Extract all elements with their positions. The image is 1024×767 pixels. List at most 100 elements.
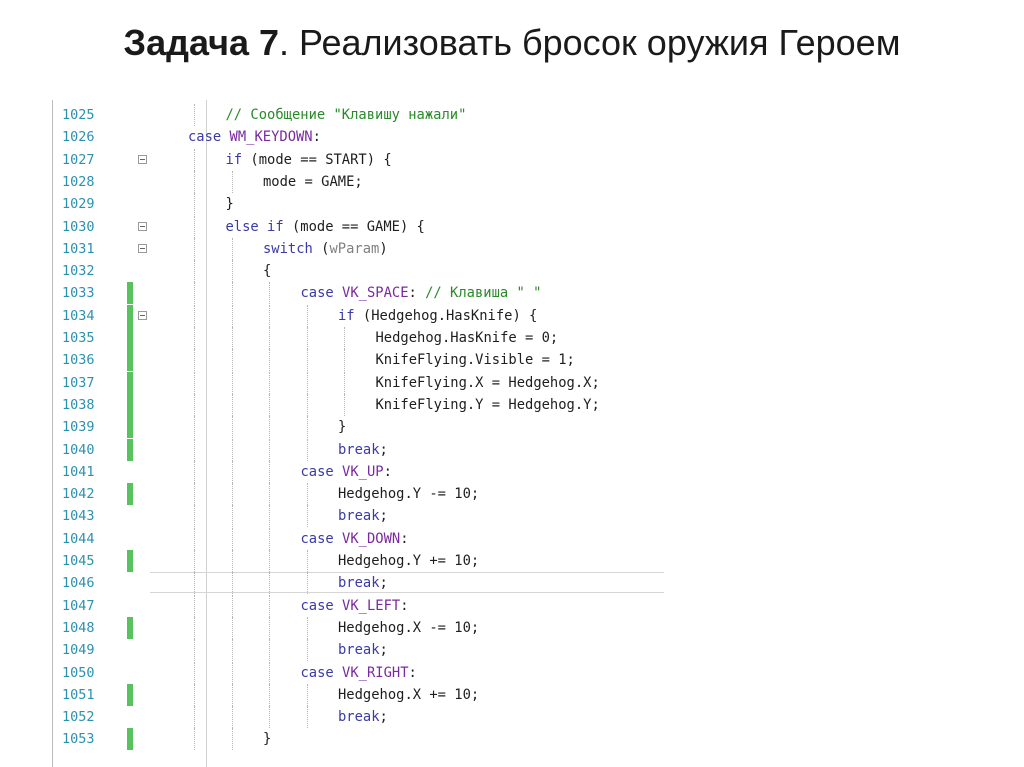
indent-guide <box>194 550 196 572</box>
code-token: VK_SPACE <box>342 285 409 302</box>
indent-guide <box>194 170 196 193</box>
code-editor[interactable]: 1025 // Сообщение "Клавишу нажали" 1026 cas… <box>52 100 664 767</box>
code-line[interactable]: 1030 else if (mode == GAME) { <box>52 215 664 238</box>
line-number: 1050 <box>62 664 95 681</box>
code-line[interactable]: 1049 break; <box>52 639 664 662</box>
code-text: KnifeFlying.Y = Hedgehog.Y; <box>376 394 600 416</box>
indent-guide <box>194 327 196 349</box>
indent-guide <box>269 371 271 394</box>
code-line[interactable]: 1047 case VK_LEFT: <box>52 594 664 617</box>
current-line-highlight <box>150 572 664 594</box>
indent-guide <box>194 260 196 283</box>
change-indicator-bar <box>127 416 133 439</box>
indent-guide <box>231 505 234 528</box>
indent-guide <box>231 683 234 706</box>
code-token: VK_RIGHT <box>342 664 409 681</box>
code-text: Hedgehog.HasKnife = 0; <box>376 327 559 349</box>
indent-guide <box>194 438 196 461</box>
collapse-icon[interactable] <box>138 221 147 231</box>
code-token: : <box>400 597 409 614</box>
code-line[interactable]: 1045 Hedgehog.Y += 10; <box>52 550 664 572</box>
code-token: wParam <box>329 240 380 257</box>
code-line[interactable]: 1026 case WM_KEYDOWN: <box>52 126 664 148</box>
indent-guide <box>231 327 234 349</box>
code-line[interactable]: 1039} <box>52 416 664 439</box>
code-text: // Сообщение "Клавишу нажали" <box>226 104 467 126</box>
change-indicator-bar <box>127 616 133 639</box>
code-token: KnifeFlying.Y = Hedgehog.Y; <box>375 396 600 413</box>
code-text: { <box>263 260 271 282</box>
change-indicator-bar <box>127 371 133 394</box>
code-text: case VK_LEFT: <box>301 595 409 617</box>
code-line[interactable]: 1031 switch (wParam) <box>52 237 664 260</box>
code-text: switch (wParam) <box>263 238 388 260</box>
code-line[interactable]: 1035 Hedgehog.HasKnife = 0; <box>52 327 664 349</box>
code-line[interactable]: 1044 case VK_DOWN: <box>52 527 664 550</box>
code-token: : <box>408 285 426 302</box>
code-token: case <box>300 530 334 547</box>
code-token: Hedgehog.X += 10; <box>338 686 480 703</box>
code-token: case <box>300 664 334 681</box>
indent-guide <box>194 393 196 416</box>
code-line[interactable]: 1042 Hedgehog.Y -= 10; <box>52 483 664 506</box>
code-line[interactable]: 1051 Hedgehog.X += 10; <box>52 683 664 706</box>
code-text: case WM_KEYDOWN: <box>188 126 321 148</box>
indent-guide <box>194 193 196 216</box>
code-text: if (mode == START) { <box>226 149 392 171</box>
code-text: Hedgehog.Y -= 10; <box>338 483 479 505</box>
code-token: ; <box>379 441 388 458</box>
indent-guide <box>269 527 271 550</box>
collapse-icon[interactable] <box>138 154 147 164</box>
indent-guide <box>231 483 234 506</box>
code-token: case <box>300 597 334 614</box>
change-indicator-bar <box>127 483 133 506</box>
line-number: 1040 <box>62 441 95 458</box>
code-text: case VK_SPACE: // Клавиша " " <box>301 282 542 304</box>
code-line[interactable]: 1025 // Сообщение "Клавишу нажали" <box>52 104 664 126</box>
line-number: 1030 <box>62 218 95 235</box>
code-line[interactable]: 1048 Hedgehog.X -= 10; <box>52 616 664 639</box>
code-line[interactable]: 1053} <box>52 728 664 751</box>
line-number: 1051 <box>62 686 95 703</box>
line-number: 1049 <box>62 642 95 659</box>
code-line[interactable]: 1046 break; <box>52 572 664 595</box>
indent-guide <box>231 527 234 550</box>
code-text: else if (mode == GAME) { <box>226 216 425 238</box>
indent-guide <box>194 728 196 751</box>
code-line[interactable]: 1027 if (mode == START) { <box>52 148 664 171</box>
indent-guide <box>231 706 234 729</box>
collapse-icon[interactable] <box>138 310 147 320</box>
code-text: break; <box>338 439 388 461</box>
code-line[interactable]: 1043 break; <box>52 505 664 528</box>
indent-guide <box>194 661 196 684</box>
code-line[interactable]: 1040 break; <box>52 438 664 461</box>
code-token: : <box>312 129 321 146</box>
code-line[interactable]: 1037 KnifeFlying.X = Hedgehog.X; <box>52 371 664 394</box>
code-text: break; <box>338 706 388 728</box>
change-indicator-bar <box>127 327 133 349</box>
code-line[interactable]: 1050 case VK_RIGHT: <box>52 661 664 684</box>
slide-title-rest: . Реализовать бросок оружия Героем <box>279 22 901 63</box>
code-line[interactable]: 1034 if (Hedgehog.HasKnife) { <box>52 304 664 327</box>
code-line[interactable]: 1033 case VK_SPACE: // Клавиша " " <box>52 282 664 305</box>
code-token: : <box>383 463 392 480</box>
code-text: Hedgehog.X -= 10; <box>338 617 479 639</box>
indent-guide <box>194 683 196 706</box>
indent-guide <box>269 594 271 617</box>
change-indicator-bar <box>127 728 133 751</box>
code-line[interactable]: 1032 { <box>52 260 664 283</box>
code-line[interactable]: 1028 mode = GAME; <box>52 170 664 193</box>
code-line[interactable]: 1041 case VK_UP: <box>52 460 664 483</box>
code-line[interactable]: 1038 KnifeFlying.Y = Hedgehog.Y; <box>52 393 664 416</box>
collapse-icon[interactable] <box>138 243 147 253</box>
indent-guide <box>231 639 234 662</box>
line-number: 1047 <box>62 597 95 614</box>
line-number: 1025 <box>62 107 95 123</box>
change-indicator-bar <box>127 683 133 706</box>
code-line[interactable]: 1036 KnifeFlying.Visible = 1; <box>52 349 664 372</box>
code-line[interactable]: 1052 break; <box>52 706 664 729</box>
code-line[interactable]: 1029} <box>52 193 664 216</box>
indent-guide <box>194 416 196 439</box>
indent-guide <box>269 505 271 528</box>
